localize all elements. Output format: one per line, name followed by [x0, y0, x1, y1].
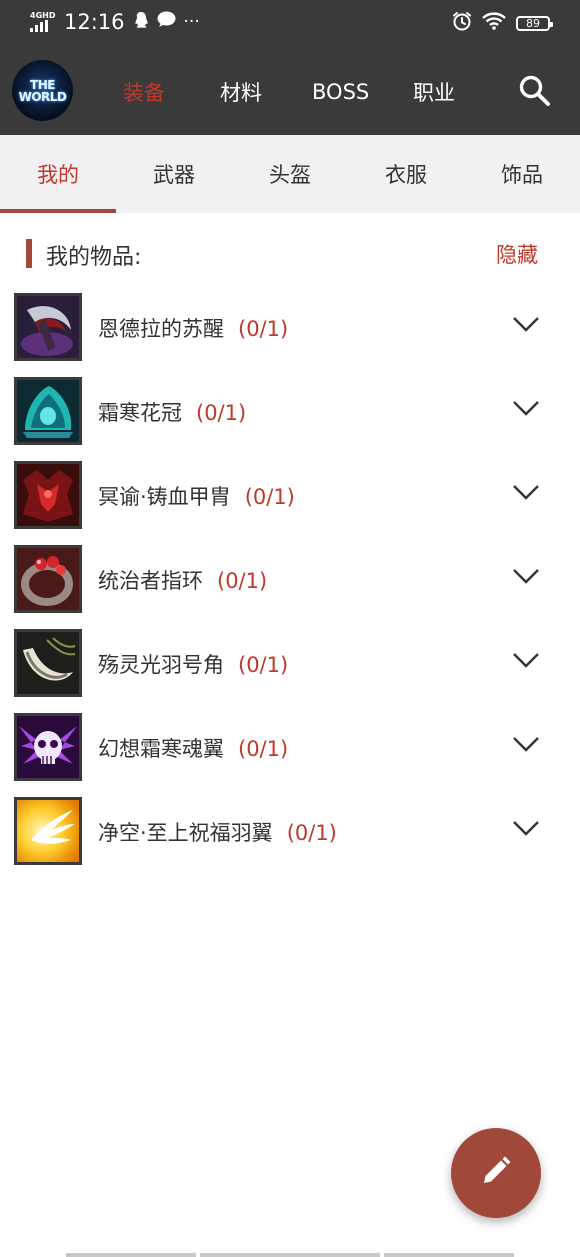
item-name: 净空·至上祝福羽翼 [98, 821, 273, 845]
chevron-down-icon[interactable] [512, 315, 540, 335]
status-time: 12:16 [64, 10, 125, 34]
item-count: (0/1) [244, 485, 295, 509]
list-item[interactable]: 霜寒花冠 (0/1) [14, 377, 564, 445]
chevron-down-icon[interactable] [512, 483, 540, 503]
item-count: (0/1) [238, 737, 289, 761]
edit-fab-button[interactable] [451, 1128, 541, 1218]
item-name: 恩德拉的苏醒 [98, 317, 224, 341]
nav-boss[interactable]: BOSS [312, 48, 369, 135]
tab-mine[interactable]: 我的 [0, 135, 116, 213]
section-accent-bar [26, 239, 32, 268]
item-name: 冥谕·铸血甲胄 [98, 485, 231, 509]
app-header: THE WORLD 装备 材料 BOSS 职业 [0, 48, 580, 135]
skull-wings-icon [14, 713, 82, 781]
frost-crown-icon [14, 377, 82, 445]
battery-level: 89 [526, 16, 540, 30]
list-item[interactable]: 净空·至上祝福羽翼 (0/1) [14, 797, 564, 865]
list-item[interactable]: 幻想霜寒魂翼 (0/1) [14, 713, 564, 781]
blood-armor-icon [14, 461, 82, 529]
item-name: 霜寒花冠 [98, 401, 182, 425]
battery-icon: 89 [516, 15, 553, 31]
tab-weapons[interactable]: 武器 [116, 135, 232, 213]
chevron-down-icon[interactable] [512, 735, 540, 755]
chat-bubble-icon [157, 11, 176, 33]
hide-button[interactable]: 隐藏 [496, 239, 538, 269]
chevron-down-icon[interactable] [512, 399, 540, 419]
alarm-icon [452, 11, 472, 35]
chevron-down-icon[interactable] [512, 819, 540, 839]
chevron-down-icon[interactable] [512, 567, 540, 587]
tab-helmets[interactable]: 头盔 [232, 135, 348, 213]
item-name: 殇灵光羽号角 [98, 653, 224, 677]
list-item[interactable]: 殇灵光羽号角 (0/1) [14, 629, 564, 697]
wifi-icon [482, 12, 506, 34]
nav-equipment[interactable]: 装备 [123, 48, 165, 135]
list-item[interactable]: 恩德拉的苏醒 (0/1) [14, 293, 564, 361]
item-name: 幻想霜寒魂翼 [98, 737, 224, 761]
qq-icon [133, 11, 149, 34]
active-tab-indicator [0, 209, 116, 213]
list-item[interactable]: 统治者指环 (0/1) [14, 545, 564, 613]
tab-accessories[interactable]: 饰品 [464, 135, 580, 213]
item-name: 统治者指环 [98, 569, 203, 593]
item-count: (0/1) [238, 317, 289, 341]
tab-clothes[interactable]: 衣服 [348, 135, 464, 213]
horn-icon [14, 629, 82, 697]
chevron-down-icon[interactable] [512, 651, 540, 671]
scroll-indicator [66, 1253, 196, 1257]
app-logo[interactable]: THE WORLD [12, 60, 73, 121]
item-count: (0/1) [286, 821, 337, 845]
section-header: 我的物品: 隐藏 [26, 238, 554, 270]
scroll-indicator [200, 1253, 380, 1257]
item-count: (0/1) [217, 569, 268, 593]
list-item[interactable]: 冥谕·铸血甲胄 (0/1) [14, 461, 564, 529]
section-title: 我的物品: [46, 245, 142, 270]
pencil-icon [480, 1155, 512, 1191]
golden-wings-icon [14, 797, 82, 865]
nav-class[interactable]: 职业 [413, 48, 455, 135]
purple-scythe-icon [14, 293, 82, 361]
ruby-ring-icon [14, 545, 82, 613]
status-bar: 4GHD 12:16 ··· 89 [0, 0, 580, 48]
nav-materials[interactable]: 材料 [220, 48, 262, 135]
scroll-indicator [384, 1253, 514, 1257]
category-tabs: 我的 武器 头盔 衣服 饰品 [0, 135, 580, 213]
search-icon[interactable] [518, 74, 552, 108]
item-count: (0/1) [196, 401, 247, 425]
signal-icon: 4GHD [30, 12, 56, 32]
item-count: (0/1) [238, 653, 289, 677]
network-tag: 4GHD [30, 11, 56, 20]
more-indicator: ··· [183, 12, 200, 32]
